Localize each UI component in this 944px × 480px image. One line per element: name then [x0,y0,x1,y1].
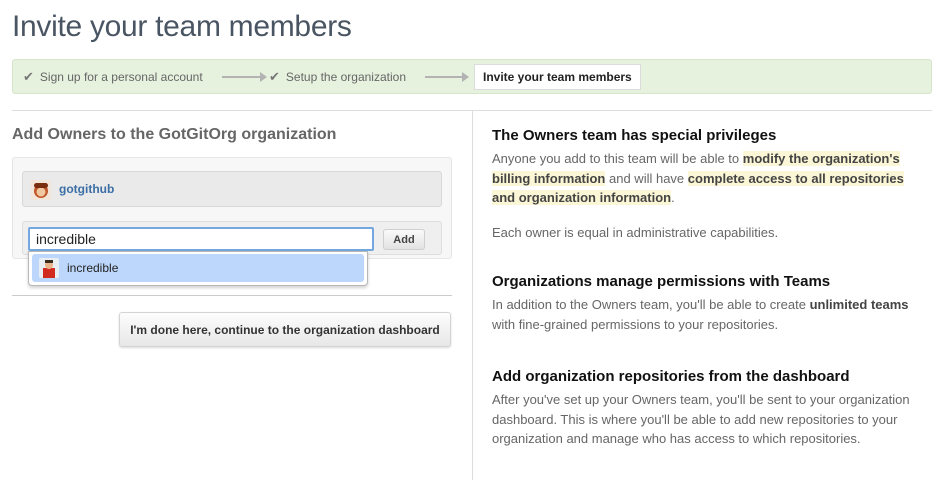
owners-box: gotgithub Add [12,157,452,259]
teams-info-title: Organizations manage permissions with Te… [492,273,831,290]
step-setup: ✔ Setup the organization [269,60,406,93]
owners-info-title: The Owners team has special privileges [492,127,777,144]
owners-heading: Add Owners to the GotGitOrg organization [12,126,337,143]
arrow-right-icon [222,72,267,82]
repos-info-title: Add organization repositories from the d… [492,368,850,385]
autocomplete-item-label: incredible [67,261,119,275]
autocomplete-dropdown: incredible [28,251,368,286]
add-button[interactable]: Add [383,229,425,250]
owner-search-input[interactable] [28,227,374,251]
repos-info-section: Add organization repositories from the d… [492,368,912,449]
owners-info-text: Anyone you add to this team will be able… [492,151,904,205]
step-label: Sign up for a personal account [39,70,203,84]
owners-info-section: The Owners team has special privileges A… [492,127,912,242]
progress-steps: ✔ Sign up for a personal account ✔ Setup t… [12,59,932,94]
add-owner-row: Add [22,221,442,255]
repos-info-text: After you've set up your Owners team, yo… [492,392,910,446]
arrow-right-icon [425,72,469,82]
teams-info-section: Organizations manage permissions with Te… [492,273,912,334]
continue-dashboard-button[interactable]: I'm done here, continue to the organizat… [119,312,451,347]
checkmark-icon: ✔ [269,69,280,84]
avatar [31,180,51,200]
divider [12,295,452,296]
checkmark-icon: ✔ [23,69,34,84]
owners-equal-text: Each owner is equal in administrative ca… [492,224,779,240]
step-signup: ✔ Sign up for a personal account [23,60,203,93]
avatar [39,258,59,278]
step-invite-current: Invite your team members [474,64,641,90]
page-title: Invite your team members [12,10,352,43]
teams-info-text: In addition to the Owners team, you'll b… [492,297,909,332]
member-link[interactable]: gotgithub [59,182,114,196]
autocomplete-item[interactable]: incredible [32,254,364,282]
step-label: Setup the organization [285,70,406,84]
member-row: gotgithub [22,171,442,207]
column-divider [472,111,473,480]
